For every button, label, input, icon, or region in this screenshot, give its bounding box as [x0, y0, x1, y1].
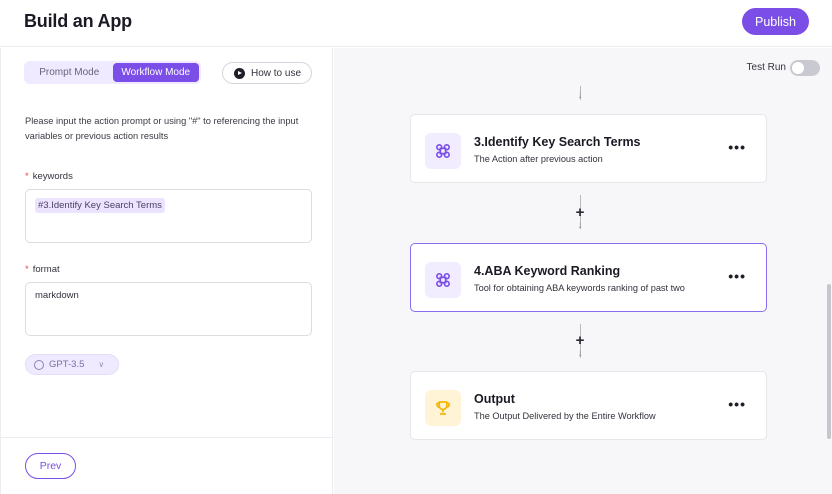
- arrow-down-icon: ↓: [577, 220, 583, 231]
- format-field[interactable]: markdown: [25, 282, 312, 336]
- step-description: The Output Delivered by the Entire Workf…: [474, 411, 656, 421]
- mode-switch: Prompt Mode Workflow Mode: [24, 61, 201, 84]
- arrow-down-icon: ↓: [577, 348, 583, 359]
- step-description: Tool for obtaining ABA keywords ranking …: [474, 283, 685, 293]
- workflow-step-card-selected[interactable]: 4.ABA Keyword Ranking Tool for obtaining…: [410, 243, 767, 312]
- openai-icon: [34, 359, 44, 370]
- variable-reference-chip[interactable]: #3.Identify Key Search Terms: [35, 198, 165, 213]
- workflow-output-card[interactable]: Output The Output Delivered by the Entir…: [410, 371, 767, 440]
- more-options-icon[interactable]: •••: [728, 139, 746, 155]
- keywords-field[interactable]: #3.Identify Key Search Terms: [25, 189, 312, 243]
- step-title: Output: [474, 392, 515, 406]
- model-label: GPT-3.5: [49, 359, 85, 370]
- how-to-use-button[interactable]: How to use: [222, 62, 312, 84]
- action-config-panel: Prompt Mode Workflow Mode How to use Ple…: [0, 48, 334, 494]
- command-icon: [425, 133, 461, 169]
- tab-prompt-mode[interactable]: Prompt Mode: [26, 63, 113, 82]
- arrow-down-icon: ↓: [577, 90, 583, 101]
- workflow-canvas[interactable]: Test Run ↓ 3.Identify Key Search Terms T…: [334, 48, 832, 494]
- add-step-icon[interactable]: +: [573, 332, 587, 349]
- how-to-use-label: How to use: [251, 67, 302, 79]
- model-selector[interactable]: GPT-3.5 ∨: [25, 354, 119, 375]
- more-options-icon[interactable]: •••: [728, 268, 746, 284]
- trophy-icon: [425, 390, 461, 426]
- command-icon: [425, 262, 461, 298]
- keywords-label-text: keywords: [32, 171, 73, 182]
- step-title: 4.ABA Keyword Ranking: [474, 264, 621, 278]
- more-options-icon[interactable]: •••: [728, 396, 746, 412]
- add-step-icon[interactable]: +: [573, 204, 587, 221]
- scrollbar[interactable]: [827, 284, 831, 439]
- format-value: markdown: [35, 290, 79, 301]
- required-marker: *: [25, 171, 29, 182]
- keywords-label: * keywords: [25, 171, 73, 182]
- top-bar: Build an App Publish: [0, 0, 832, 47]
- format-label: * format: [25, 264, 60, 275]
- page-title: Build an App: [24, 11, 132, 31]
- step-title: 3.Identify Key Search Terms: [474, 135, 641, 149]
- play-icon: [234, 67, 245, 79]
- tab-workflow-mode[interactable]: Workflow Mode: [112, 63, 199, 82]
- chevron-down-icon: ∨: [98, 360, 105, 369]
- step-description: The Action after previous action: [474, 154, 603, 164]
- workflow-step-card[interactable]: 3.Identify Key Search Terms The Action a…: [410, 114, 767, 183]
- instruction-text: Please input the action prompt or using …: [25, 116, 299, 141]
- required-marker: *: [25, 264, 29, 275]
- publish-button[interactable]: Publish: [742, 8, 809, 35]
- test-run-toggle[interactable]: [790, 60, 820, 76]
- prev-button[interactable]: Prev: [25, 453, 76, 479]
- test-run-label: Test Run: [746, 62, 786, 73]
- divider: [1, 437, 334, 438]
- format-label-text: format: [32, 264, 60, 275]
